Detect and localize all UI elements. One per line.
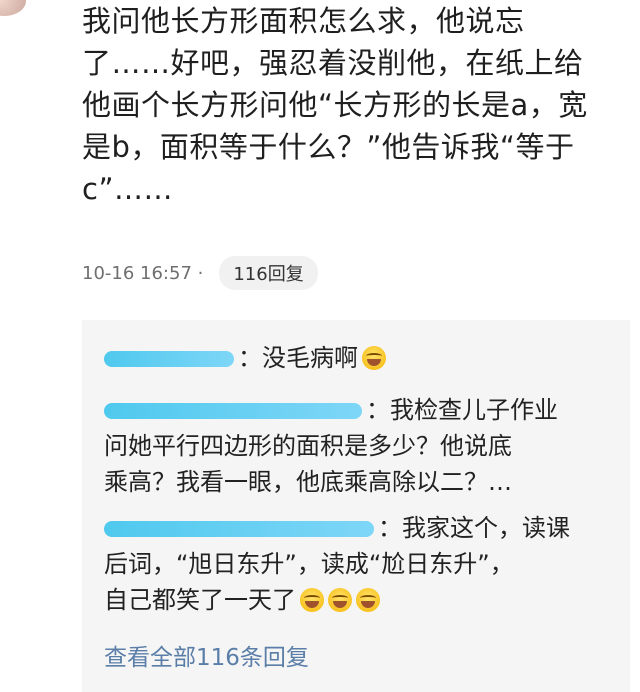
laughing-emoji-icon: [362, 346, 386, 370]
post-line: c”……: [82, 172, 173, 206]
username-blur[interactable]: [104, 403, 362, 419]
post-line: 我问他长方形面积怎么求，他说忘: [82, 4, 525, 38]
avatar[interactable]: [0, 0, 26, 16]
post-timestamp: 10-16 16:57 ·: [82, 262, 204, 284]
reply-text: 后词，“旭日东升”，读成“尬日东升”，: [104, 550, 514, 578]
laughing-emoji-icon: [328, 588, 352, 612]
reply-text: ：我检查儿子作业: [366, 396, 558, 424]
post-meta: 10-16 16:57 · 116回复: [82, 256, 318, 290]
reply-text: 问她平行四边形的面积是多少？他说底: [104, 432, 512, 460]
laughing-emoji-icon: [300, 588, 324, 612]
username-blur[interactable]: [104, 521, 374, 537]
reply-item[interactable]: ：我家这个，读课 后词，“旭日东升”，读成“尬日东升”， 自己都笑了一天了: [104, 510, 570, 618]
post-line: 是b，面积等于什么？”他告诉我“等于: [82, 130, 575, 164]
post-line: 他画个长方形问他“长方形的长是a，宽: [82, 88, 588, 122]
reply-item[interactable]: ：没毛病啊: [104, 340, 386, 376]
view-all-replies-link[interactable]: 查看全部116条回复: [104, 638, 309, 672]
reply-text: ：我家这个，读课: [378, 514, 570, 542]
reply-text: ：没毛病啊: [238, 344, 358, 372]
username-blur[interactable]: [104, 351, 234, 367]
reply-item[interactable]: ：我检查儿子作业 问她平行四边形的面积是多少？他说底 乘高？我看一眼，他底乘高除…: [104, 392, 558, 500]
laughing-emoji-icon: [356, 588, 380, 612]
replies-panel: ：没毛病啊 ：我检查儿子作业 问她平行四边形的面积是多少？他说底 乘高？我看一眼…: [82, 320, 630, 692]
reply-text: 乘高？我看一眼，他底乘高除以二？…: [104, 468, 512, 496]
post-line: 了……好吧，强忍着没削他，在纸上给: [82, 46, 584, 80]
post-text: 我问他长方形面积怎么求，他说忘 了……好吧，强忍着没削他，在纸上给 他画个长方形…: [82, 0, 622, 210]
reply-text: 自己都笑了一天了: [104, 586, 296, 614]
reply-count-button[interactable]: 116回复: [219, 256, 318, 290]
